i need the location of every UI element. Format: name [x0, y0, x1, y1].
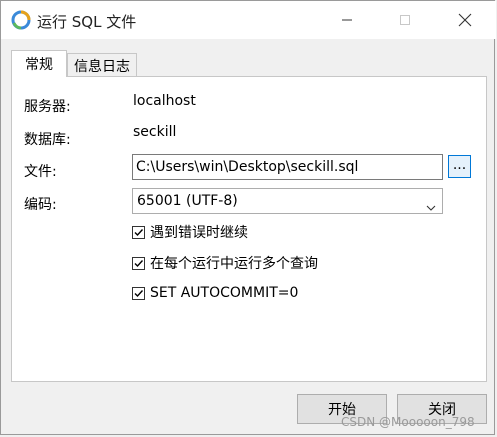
- encoding-label: 编码:: [24, 197, 57, 213]
- multiple-queries-checkbox[interactable]: [132, 256, 145, 270]
- server-value: localhost: [133, 93, 196, 109]
- database-value: seckill: [133, 124, 177, 140]
- multiple-queries-option[interactable]: 在每个运行中运行多个查询: [132, 253, 318, 273]
- tab-general[interactable]: 常规: [11, 50, 67, 77]
- watermark: CSDN @Mooooon_798: [341, 415, 475, 429]
- autocommit-checkbox[interactable]: [132, 286, 145, 300]
- continue-on-error-checkbox[interactable]: [132, 225, 145, 239]
- run-sql-file-dialog: 运行 SQL 文件 常规 信息日志 服务器: localhost 数据库: se…: [0, 0, 496, 435]
- title-bar: 运行 SQL 文件: [1, 1, 496, 39]
- close-window-button[interactable]: [442, 1, 488, 39]
- multiple-queries-label: 在每个运行中运行多个查询: [150, 256, 318, 272]
- close-icon: [458, 13, 472, 27]
- tab-message-log[interactable]: 信息日志: [67, 53, 137, 77]
- continue-on-error-label: 遇到错误时继续: [150, 225, 248, 241]
- checkmark-icon: [134, 259, 144, 267]
- general-panel: 服务器: localhost 数据库: seckill 文件: C:\Users…: [11, 76, 487, 382]
- checkmark-icon: [134, 289, 144, 297]
- server-label: 服务器:: [24, 99, 71, 115]
- minimize-button[interactable]: [324, 1, 370, 39]
- continue-on-error-option[interactable]: 遇到错误时继续: [132, 222, 248, 242]
- encoding-value: 65001 (UTF-8): [137, 193, 238, 209]
- encoding-select[interactable]: 65001 (UTF-8): [132, 188, 443, 214]
- autocommit-option[interactable]: SET AUTOCOMMIT=0: [132, 285, 298, 301]
- chevron-down-icon: [426, 196, 436, 220]
- maximize-button[interactable]: [382, 1, 428, 39]
- maximize-icon: [400, 15, 410, 25]
- browse-button[interactable]: ...: [448, 155, 471, 178]
- file-label: 文件:: [24, 164, 57, 180]
- checkmark-icon: [134, 228, 144, 236]
- autocommit-label: SET AUTOCOMMIT=0: [150, 285, 299, 301]
- database-label: 数据库:: [24, 132, 71, 148]
- navicat-app-icon: [11, 10, 31, 30]
- minimize-icon: [342, 19, 352, 21]
- window-title: 运行 SQL 文件: [37, 13, 137, 31]
- file-path-input[interactable]: C:\Users\win\Desktop\seckill.sql: [132, 154, 443, 180]
